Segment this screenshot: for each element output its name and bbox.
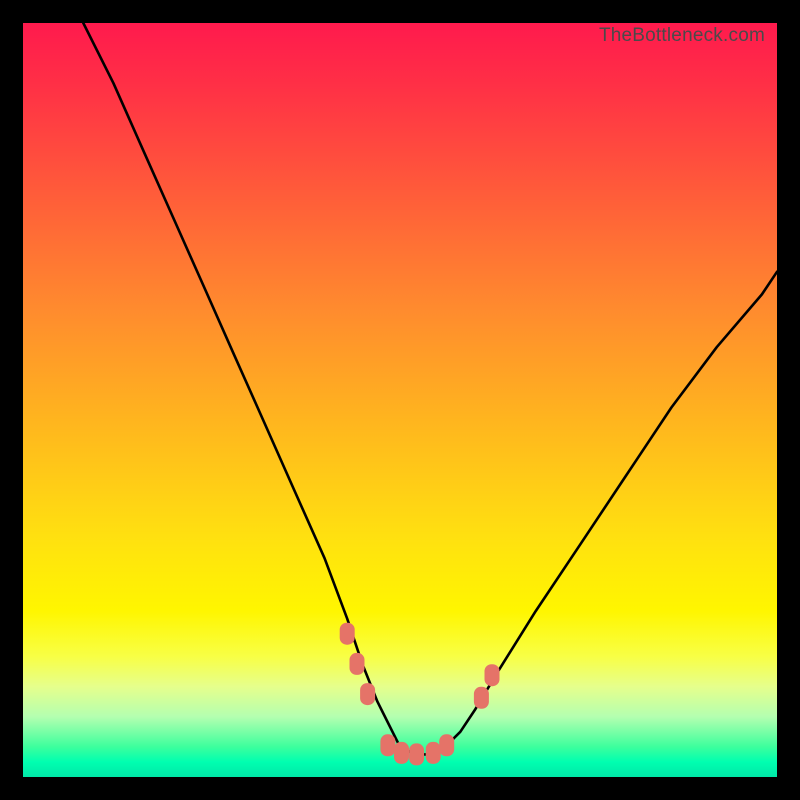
curve-marker [485,664,500,686]
plot-area: TheBottleneck.com [23,23,777,777]
bottleneck-curve [23,23,777,777]
watermark-text: TheBottleneck.com [599,25,765,47]
curve-marker [360,683,375,705]
curve-marker [350,653,365,675]
chart-frame: TheBottleneck.com [0,0,800,800]
curve-marker [409,743,424,765]
curve-marker [380,734,395,756]
curve-marker [439,734,454,756]
curve-marker [340,623,355,645]
curve-marker [426,742,441,764]
curve-path [83,23,777,754]
curve-marker [474,687,489,709]
curve-marker [394,742,409,764]
